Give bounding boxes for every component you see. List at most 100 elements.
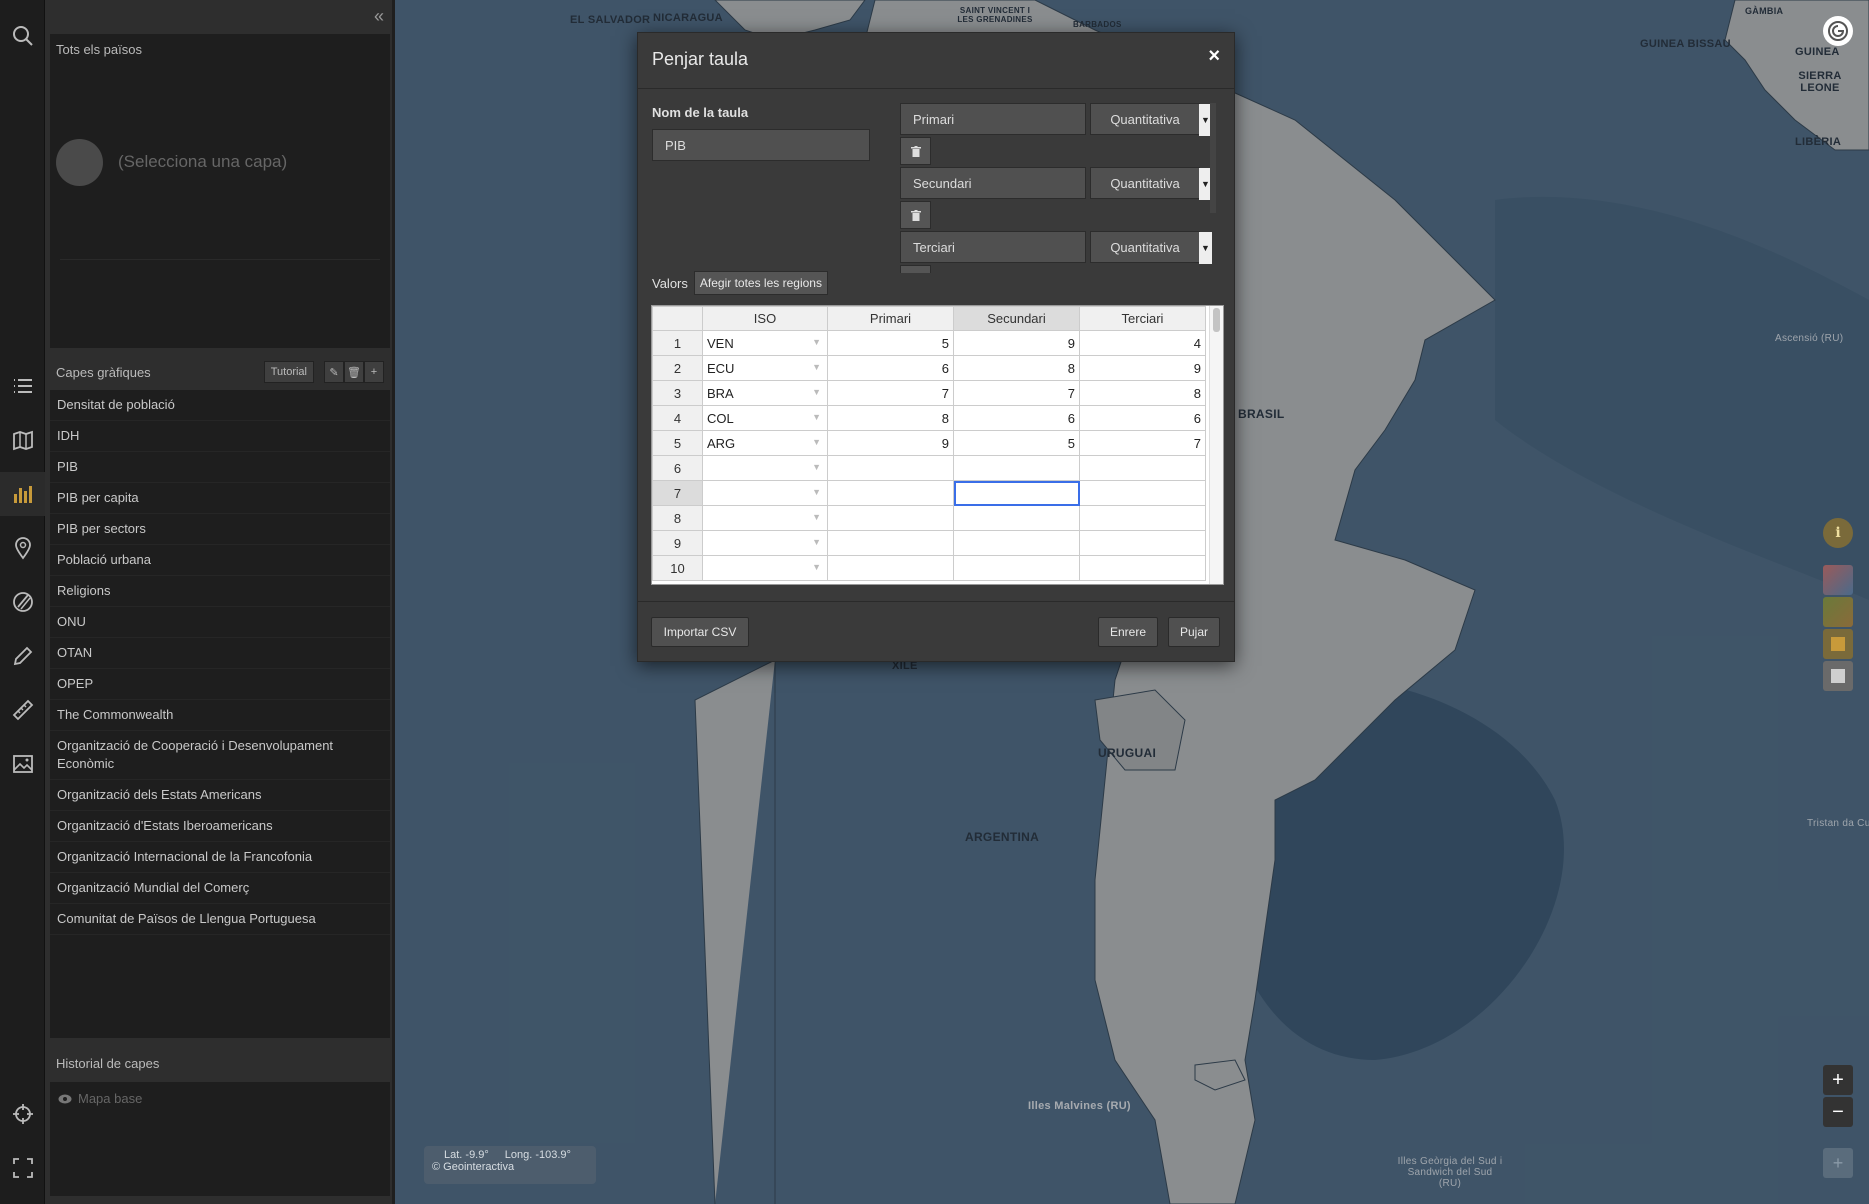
grid-scrollbar-thumb[interactable]: [1213, 308, 1220, 332]
column-name-input[interactable]: Secundari: [900, 167, 1086, 199]
layer-swatch-2[interactable]: [1823, 597, 1853, 627]
column-name-input[interactable]: Terciari: [900, 231, 1086, 263]
row-number[interactable]: 6: [652, 455, 703, 481]
iso-cell[interactable]: ▼: [702, 480, 828, 506]
iso-cell[interactable]: COL ▼: [702, 405, 828, 431]
column-type-select[interactable]: Quantitativa ▼: [1090, 167, 1212, 200]
iso-cell[interactable]: VEN ▼: [702, 330, 828, 356]
iso-cell[interactable]: ▼: [702, 530, 828, 556]
tutorial-button[interactable]: Tutorial: [263, 361, 314, 383]
row-number[interactable]: 4: [652, 405, 703, 431]
value-cell[interactable]: [953, 555, 1080, 581]
value-cell[interactable]: 9: [1079, 355, 1206, 381]
value-cell[interactable]: 9: [827, 430, 954, 456]
layer-item[interactable]: Organització Internacional de la Francof…: [50, 842, 390, 873]
value-cell[interactable]: [827, 455, 954, 481]
chevron-down-icon[interactable]: ▼: [812, 362, 821, 372]
bar-chart-icon[interactable]: [0, 472, 45, 516]
row-number[interactable]: 1: [652, 330, 703, 356]
layer-item[interactable]: Comunitat de Països de Llengua Portugues…: [50, 904, 390, 935]
value-cell[interactable]: [827, 530, 954, 556]
edit-layer-icon[interactable]: ✎: [324, 361, 344, 383]
row-number[interactable]: 3: [652, 380, 703, 406]
draw-icon[interactable]: [0, 580, 45, 624]
column-type-select[interactable]: Quantitativa ▼: [1090, 103, 1212, 136]
value-cell[interactable]: [1079, 480, 1206, 506]
fullscreen-icon[interactable]: [0, 1146, 45, 1190]
value-cell[interactable]: [953, 455, 1080, 481]
row-number[interactable]: 7: [652, 480, 703, 506]
iso-cell[interactable]: ARG ▼: [702, 430, 828, 456]
iso-cell[interactable]: ECU ▼: [702, 355, 828, 381]
chevron-down-icon[interactable]: ▼: [812, 412, 821, 422]
value-cell[interactable]: 6: [1079, 405, 1206, 431]
table-name-input[interactable]: [652, 129, 870, 161]
iso-cell[interactable]: ▼: [702, 555, 828, 581]
layer-item[interactable]: OTAN: [50, 638, 390, 669]
eye-icon[interactable]: [58, 1094, 72, 1104]
row-number[interactable]: 9: [652, 530, 703, 556]
chevron-down-icon[interactable]: ▼: [812, 537, 821, 547]
search-icon[interactable]: [0, 14, 45, 58]
value-cell[interactable]: [953, 505, 1080, 531]
value-cell[interactable]: [1079, 455, 1206, 481]
column-name-input[interactable]: Primari: [900, 103, 1086, 135]
close-icon[interactable]: ×: [1208, 45, 1220, 68]
chevron-down-icon[interactable]: ▼: [812, 387, 821, 397]
image-icon[interactable]: [0, 742, 45, 786]
ruler-icon[interactable]: [0, 688, 45, 732]
layer-item[interactable]: IDH: [50, 421, 390, 452]
value-cell[interactable]: 7: [1079, 430, 1206, 456]
column-type-select[interactable]: Quantitativa ▼: [1090, 231, 1212, 264]
delete-layer-icon[interactable]: 🗑: [344, 361, 364, 383]
trash-icon[interactable]: [900, 201, 931, 229]
value-cell[interactable]: 5: [953, 430, 1080, 456]
layer-item[interactable]: PIB: [50, 452, 390, 483]
layer-item[interactable]: Organització dels Estats Americans: [50, 780, 390, 811]
chevron-down-icon[interactable]: ▼: [812, 437, 821, 447]
column-header[interactable]: ISO: [702, 306, 828, 331]
value-cell[interactable]: [827, 555, 954, 581]
layer-swatch-4[interactable]: [1823, 661, 1853, 691]
column-header[interactable]: Terciari: [1079, 306, 1206, 331]
value-cell[interactable]: 6: [953, 405, 1080, 431]
column-header[interactable]: Secundari: [953, 306, 1080, 331]
row-number[interactable]: 2: [652, 355, 703, 381]
layer-item[interactable]: ONU: [50, 607, 390, 638]
geointeractiva-logo-icon[interactable]: [1823, 16, 1853, 46]
iso-cell[interactable]: ▼: [702, 505, 828, 531]
add-all-regions-button[interactable]: Afegir totes les regions: [693, 271, 828, 295]
chevron-down-icon[interactable]: ▼: [1199, 232, 1212, 264]
back-button[interactable]: Enrere: [1098, 617, 1158, 647]
layer-item[interactable]: Població urbana: [50, 545, 390, 576]
layer-item[interactable]: Organització Mundial del Comerç: [50, 873, 390, 904]
history-item[interactable]: Mapa base: [50, 1082, 390, 1115]
map-book-icon[interactable]: [0, 418, 45, 462]
import-csv-button[interactable]: Importar CSV: [651, 617, 749, 647]
info-icon[interactable]: i: [1823, 518, 1853, 548]
list-icon[interactable]: [0, 364, 45, 408]
layer-swatch-1[interactable]: [1823, 565, 1853, 595]
value-cell[interactable]: 5: [827, 330, 954, 356]
iso-cell[interactable]: ▼: [702, 455, 828, 481]
value-cell[interactable]: 8: [827, 405, 954, 431]
iso-cell[interactable]: BRA ▼: [702, 380, 828, 406]
grid-scrollbar[interactable]: [1209, 306, 1223, 584]
value-cell[interactable]: 7: [827, 380, 954, 406]
collapse-panel-icon[interactable]: «: [374, 6, 384, 27]
crosshair-icon[interactable]: [0, 1092, 45, 1136]
zoom-in-button[interactable]: +: [1823, 1065, 1853, 1095]
location-pin-icon[interactable]: [0, 526, 45, 570]
chevron-down-icon[interactable]: ▼: [812, 562, 821, 572]
layer-item[interactable]: PIB per sectors: [50, 514, 390, 545]
add-layer-icon[interactable]: +: [364, 361, 384, 383]
chevron-down-icon[interactable]: ▼: [812, 337, 821, 347]
layer-item[interactable]: Religions: [50, 576, 390, 607]
corner-cell[interactable]: [652, 306, 703, 331]
value-cell[interactable]: [953, 530, 1080, 556]
chevron-down-icon[interactable]: ▼: [812, 462, 821, 472]
layer-item[interactable]: Organització d'Estats Iberoamericans: [50, 811, 390, 842]
value-cell[interactable]: [953, 480, 1080, 506]
value-cell[interactable]: 7: [953, 380, 1080, 406]
columns-scrollbar[interactable]: [1210, 103, 1216, 213]
